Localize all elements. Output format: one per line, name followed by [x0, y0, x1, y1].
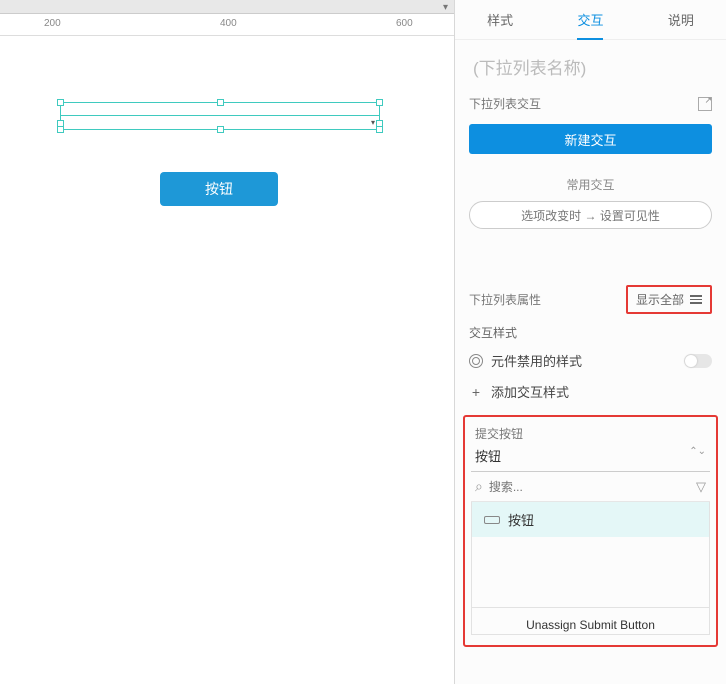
- tab-interactions[interactable]: 交互: [545, 10, 635, 29]
- dropdown-caret-icon[interactable]: ▾: [443, 2, 448, 13]
- preset-interaction[interactable]: 选项改变时 → 设置可见性: [469, 201, 712, 229]
- new-interaction-button[interactable]: 新建交互: [469, 124, 712, 154]
- hamburger-icon: [690, 295, 702, 304]
- common-ix-label: 常用交互: [469, 176, 712, 193]
- resize-handle[interactable]: [376, 99, 383, 106]
- resize-handle[interactable]: [217, 99, 224, 106]
- submit-button-panel: 提交按钮 按钮 ⌃⌄ ⌕ ▽ 按钮 Unassign Submit Button: [463, 415, 718, 647]
- tab-notes[interactable]: 说明: [636, 10, 726, 29]
- resize-handle[interactable]: [376, 126, 383, 133]
- search-icon: ⌕: [475, 478, 483, 495]
- toggle-switch[interactable]: [684, 354, 712, 368]
- caret-updown-icon: ⌃⌄: [689, 446, 706, 457]
- attrs-section-label: 下拉列表属性: [469, 291, 541, 308]
- canvas-topbar: ▾: [0, 0, 454, 14]
- ix-section-label: 下拉列表交互: [469, 95, 541, 112]
- button-widget-icon: [484, 516, 500, 524]
- ruler-horizontal: 200 400 600: [0, 14, 454, 36]
- tab-style[interactable]: 样式: [455, 10, 545, 29]
- button-label: 按钮: [205, 179, 233, 199]
- resize-handle[interactable]: [57, 99, 64, 106]
- show-all-label: 显示全部: [636, 291, 684, 308]
- option-label: 按钮: [508, 510, 534, 529]
- canvas-area: ▾ 200 400 600 ▾: [0, 0, 455, 684]
- submit-options-list: 按钮 Unassign Submit Button: [471, 502, 710, 635]
- ruler-tick: 600: [396, 18, 413, 29]
- add-style-row[interactable]: + 添加交互样式: [455, 376, 726, 407]
- submit-label: 提交按钮: [471, 423, 710, 444]
- search-input[interactable]: [489, 480, 690, 494]
- ruler-tick: 400: [220, 18, 237, 29]
- show-all-button[interactable]: 显示全部: [626, 285, 712, 314]
- dropdown-widget[interactable]: ▾: [60, 102, 380, 130]
- submit-option[interactable]: 按钮: [472, 502, 709, 537]
- plus-icon: +: [469, 384, 483, 400]
- canvas[interactable]: ▾ 按钮: [0, 36, 454, 684]
- widget-name-input[interactable]: (下拉列表名称): [455, 40, 726, 89]
- ix-style-label: 交互样式: [455, 320, 726, 345]
- disabled-style-label: 元件禁用的样式: [491, 351, 582, 370]
- ruler-tick: 200: [44, 18, 61, 29]
- add-style-label: 添加交互样式: [491, 382, 569, 401]
- inspector-tabs: 样式 交互 说明: [455, 0, 726, 40]
- target-icon: [469, 354, 483, 368]
- canvas-button-widget[interactable]: 按钮: [160, 172, 278, 206]
- preset-label: 选项改变时 → 设置可见性: [521, 207, 660, 224]
- disabled-style-row[interactable]: 元件禁用的样式: [455, 345, 726, 376]
- resize-handle[interactable]: [217, 126, 224, 133]
- external-icon[interactable]: [698, 97, 712, 111]
- filter-icon[interactable]: ▽: [696, 479, 706, 495]
- inspector-panel: 样式 交互 说明 (下拉列表名称) 下拉列表交互 新建交互 常用交互 选项改变时…: [455, 0, 726, 684]
- unassign-button[interactable]: Unassign Submit Button: [472, 607, 709, 634]
- resize-handle[interactable]: [376, 120, 383, 127]
- submit-current-value[interactable]: 按钮 ⌃⌄: [471, 444, 710, 472]
- resize-handle[interactable]: [57, 126, 64, 133]
- chevron-down-icon: ▾: [371, 118, 375, 127]
